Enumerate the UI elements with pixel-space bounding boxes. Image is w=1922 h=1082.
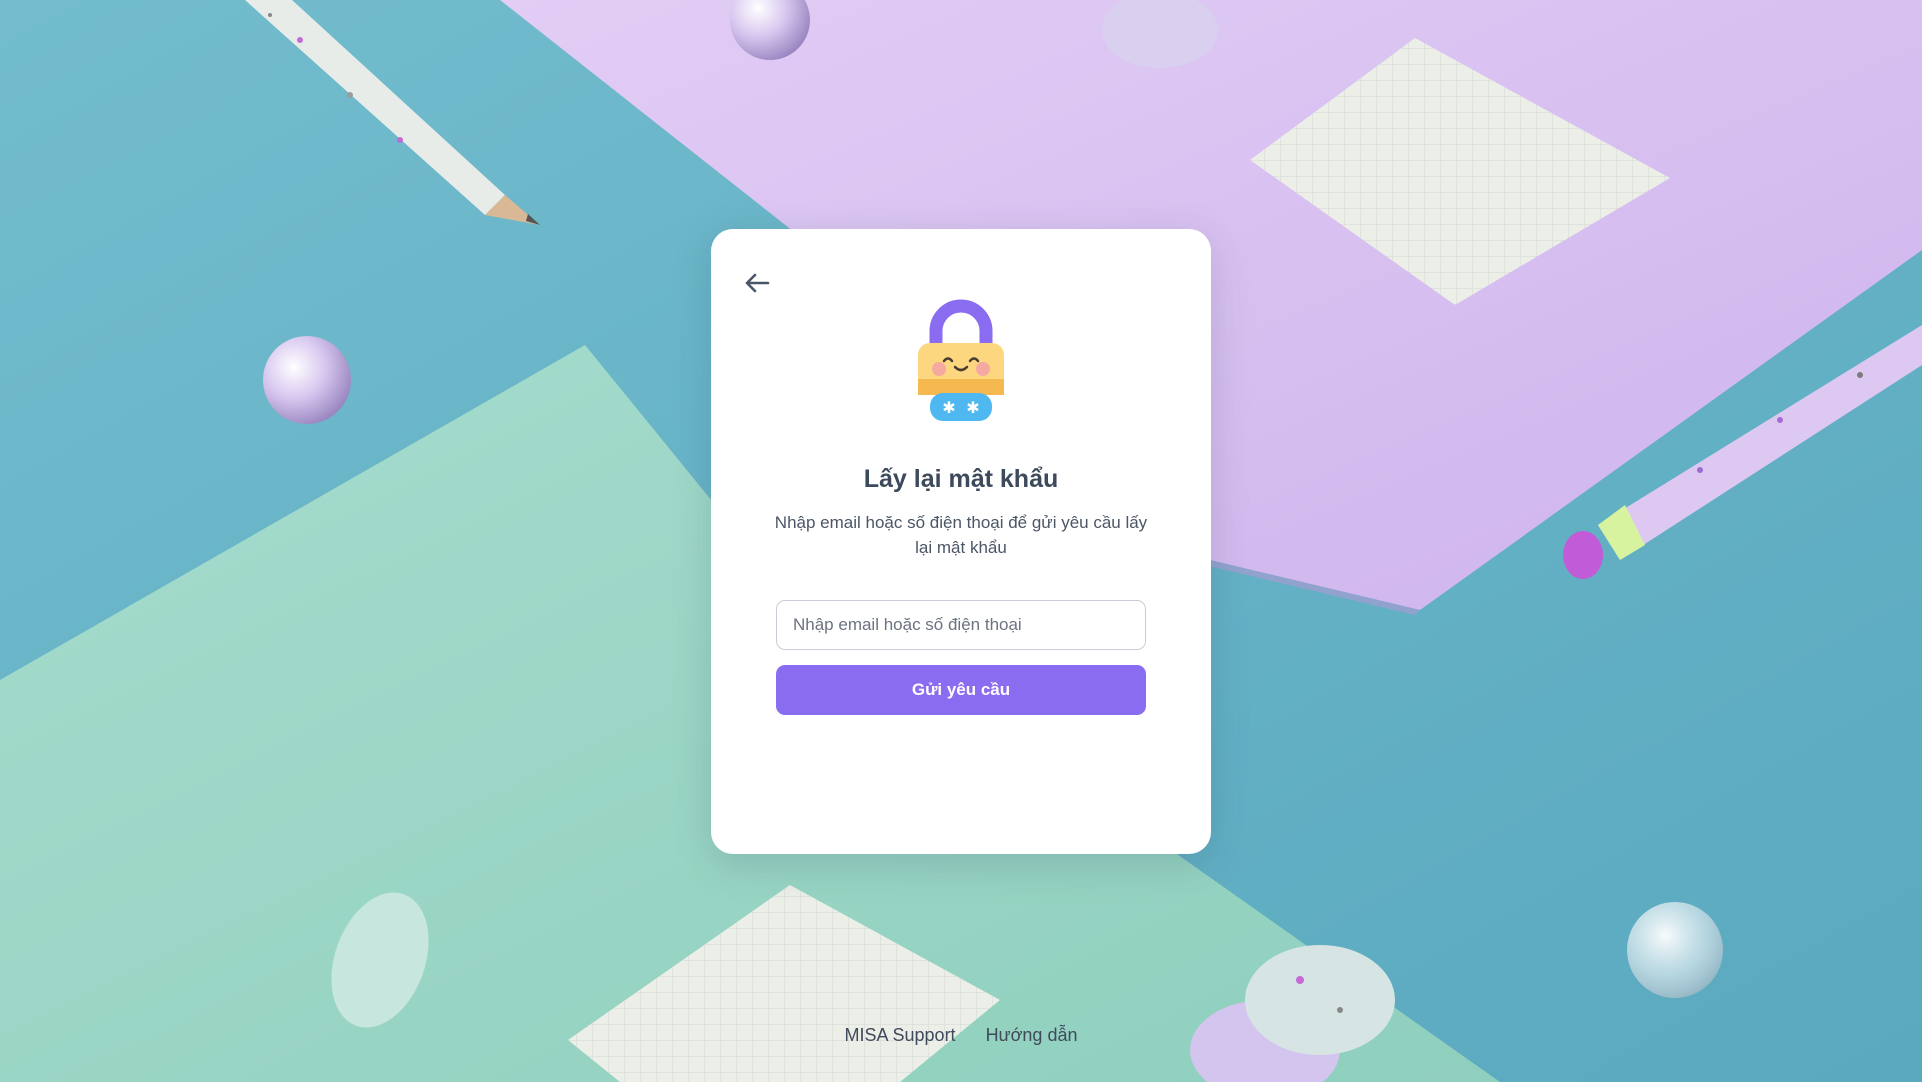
email-phone-input[interactable]: [777, 601, 1145, 649]
email-phone-field: [776, 600, 1146, 650]
guide-link[interactable]: Hướng dẫn: [986, 1025, 1078, 1046]
page-subtitle: Nhập email hoặc số điện thoại để gửi yêu…: [774, 513, 1148, 557]
forgot-password-card: ✱ ✱ Lấy lại mật khẩu Nhập email hoặc số …: [711, 229, 1211, 854]
back-button[interactable]: [739, 265, 775, 301]
send-request-button[interactable]: Gửi yêu cầu: [776, 665, 1146, 715]
arrow-left-icon: [745, 273, 770, 293]
padlock-icon: ✱ ✱: [918, 299, 1004, 421]
svg-text:✱: ✱: [942, 398, 955, 417]
misa-support-link[interactable]: MISA Support: [845, 1025, 956, 1046]
svg-text:✱: ✱: [966, 398, 979, 417]
page-title: Lấy lại mật khẩu: [863, 465, 1059, 493]
footer-links: MISA Support Hướng dẫn: [0, 1025, 1922, 1046]
